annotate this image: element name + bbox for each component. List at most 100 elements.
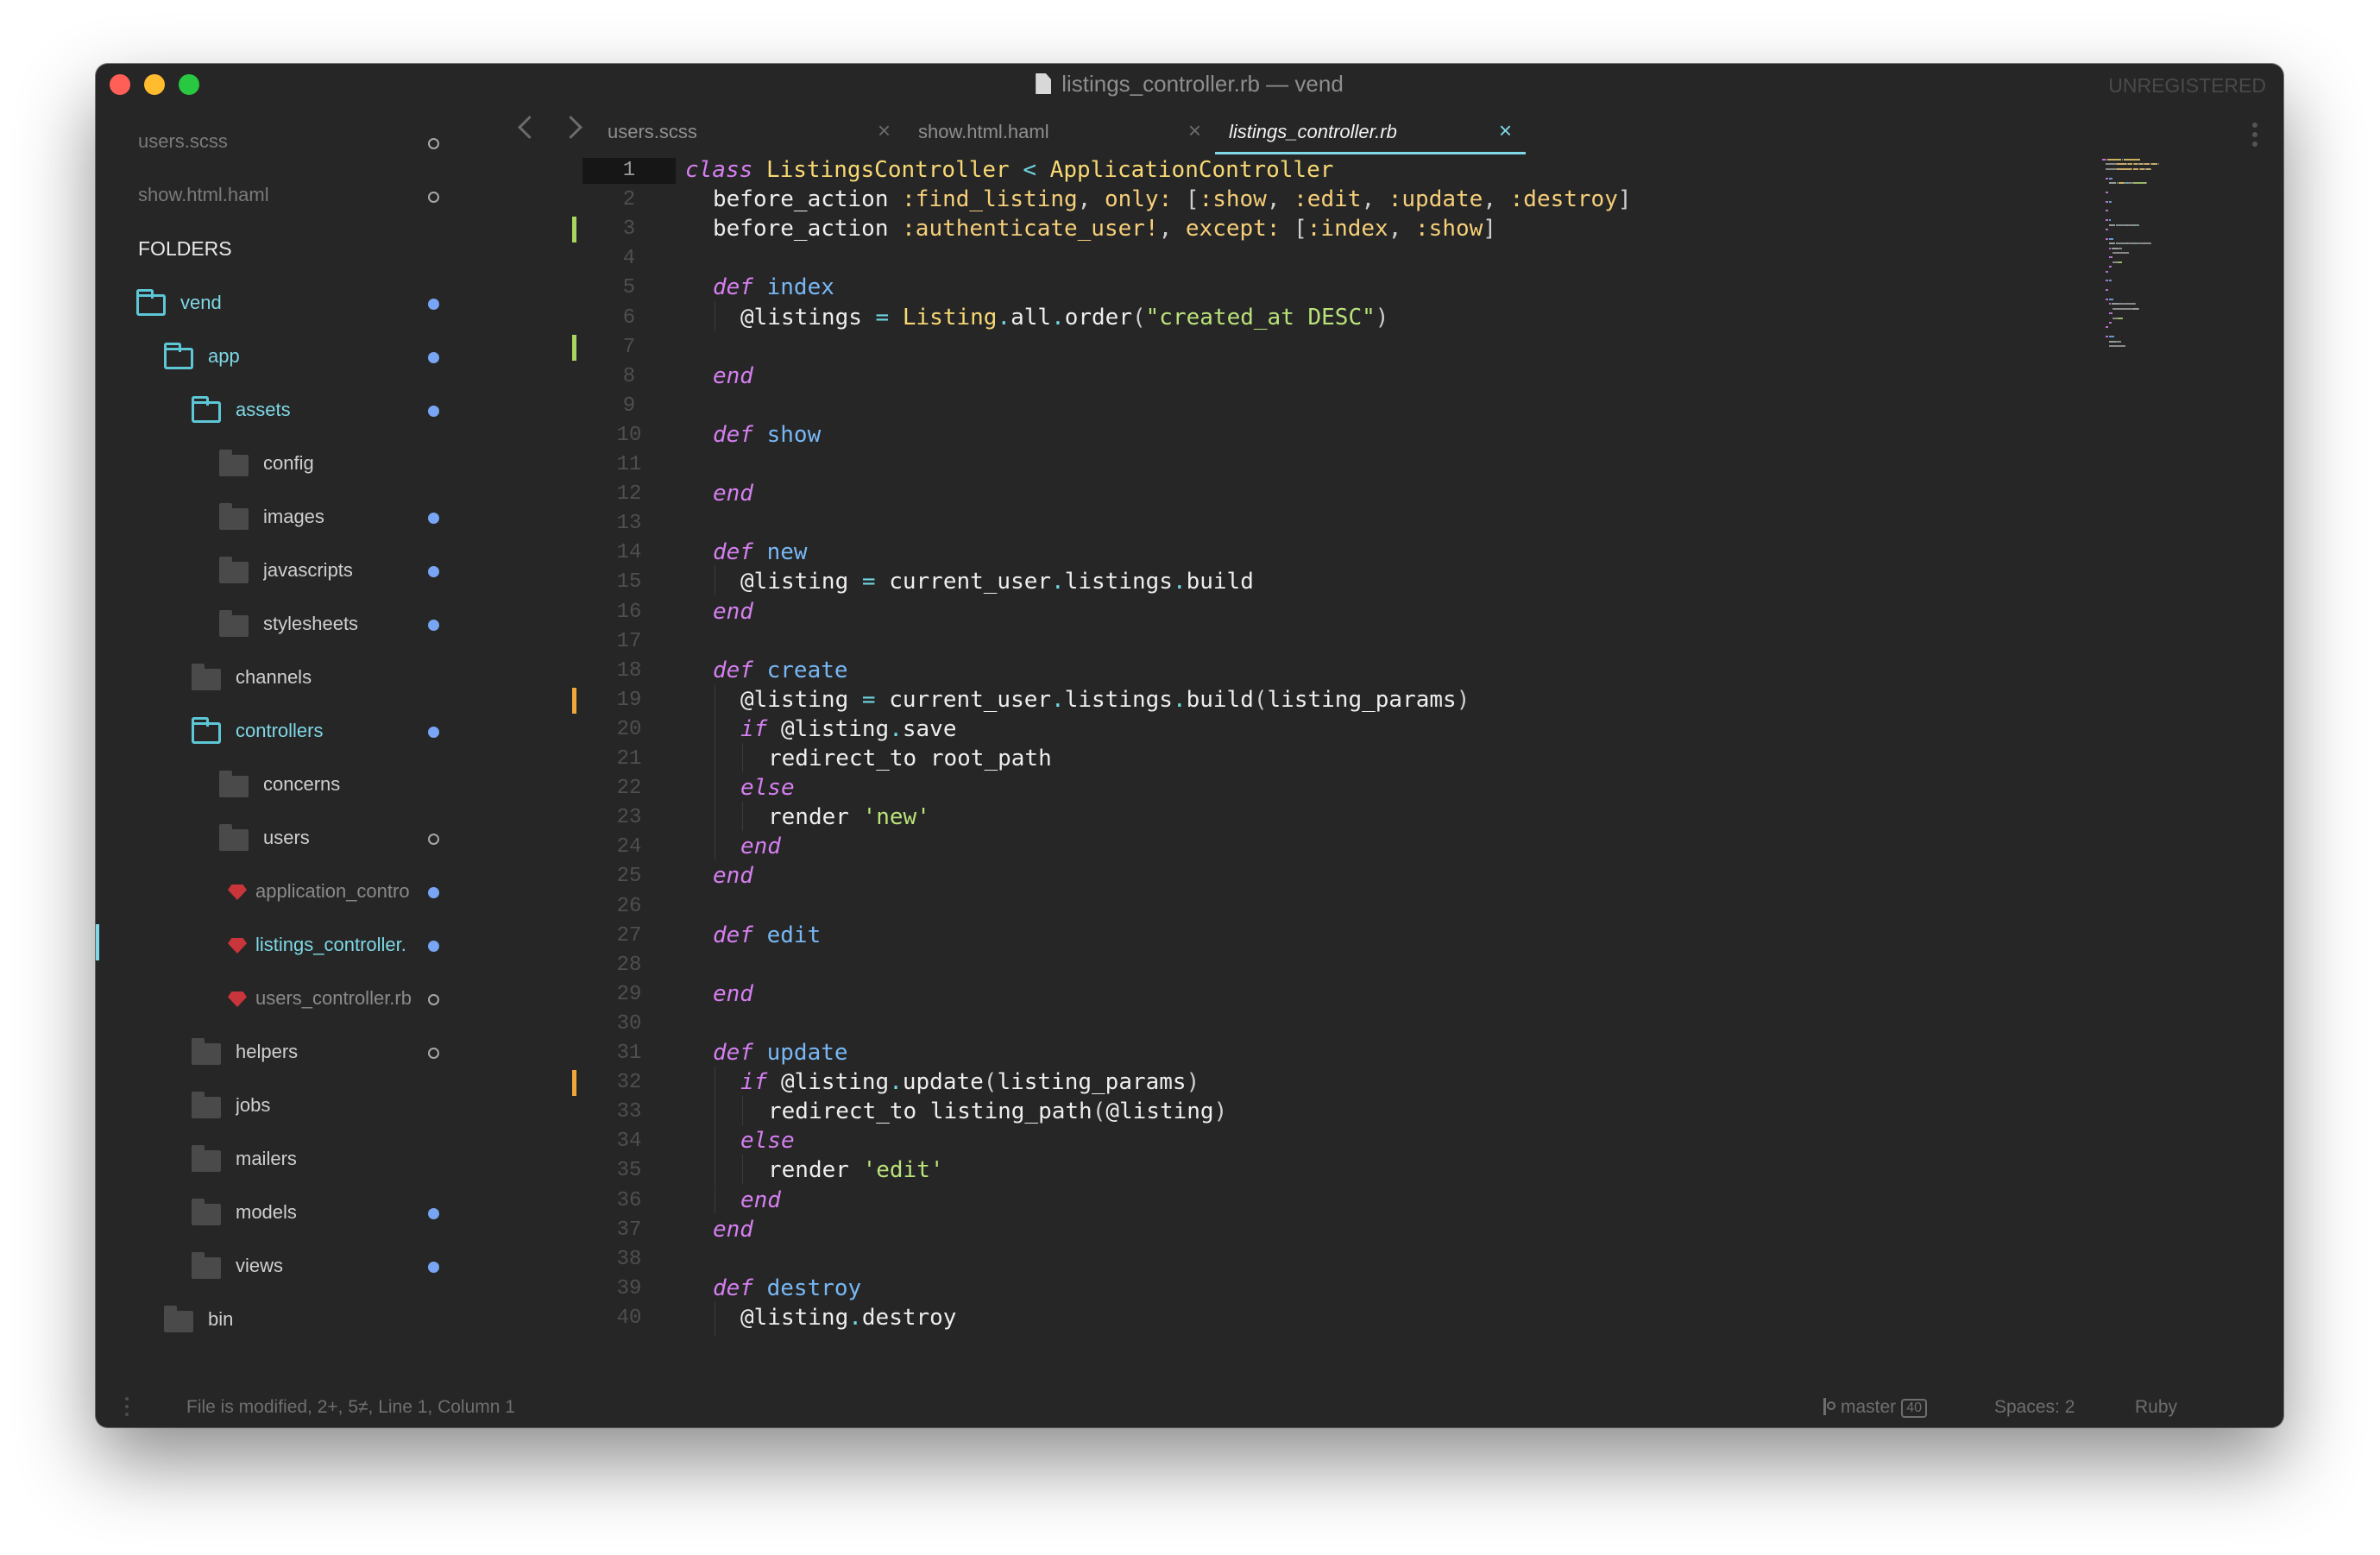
line-number: 9	[622, 393, 636, 418]
code-line[interactable]: 33 redirect_to listing_path(@listing)	[475, 1096, 2167, 1126]
minimap-line	[2131, 307, 2138, 310]
code-line[interactable]: 30	[475, 1008, 2167, 1037]
code-line[interactable]: 4	[475, 242, 2167, 272]
folder-icon	[164, 1306, 193, 1332]
folder-item[interactable]: stylesheets	[96, 603, 475, 646]
folder-item[interactable]: models	[96, 1192, 475, 1235]
folder-item[interactable]: javascripts	[96, 550, 475, 593]
close-tab-icon[interactable]: ×	[1499, 117, 1512, 144]
code-line[interactable]: 31 def update	[475, 1037, 2167, 1067]
file-item[interactable]: application_contro	[96, 871, 475, 914]
code-line[interactable]: 21 redirect_to root_path	[475, 743, 2167, 772]
panel-toggle-icon[interactable]	[125, 1397, 129, 1420]
folder-item[interactable]: bin	[96, 1299, 475, 1342]
close-file-icon[interactable]	[428, 192, 439, 203]
folder-item[interactable]: config	[96, 443, 475, 486]
code-token: (	[1253, 686, 1268, 713]
code-token: :index	[1306, 216, 1388, 242]
code-editor[interactable]: 1 class ListingsController < ApplicationC…	[475, 154, 2201, 1337]
folder-item[interactable]: channels	[96, 657, 475, 700]
code-line[interactable]: 16 end	[475, 596, 2167, 626]
file-item[interactable]: listings_controller.	[96, 924, 475, 967]
code-line[interactable]: 28	[475, 949, 2167, 979]
code-line[interactable]: 7	[475, 331, 2167, 361]
code-line[interactable]: 2 before_action :find_listing, only: [:sh…	[475, 184, 2167, 213]
code-line[interactable]: 34 else	[475, 1125, 2167, 1155]
folder-item[interactable]: jobs	[96, 1085, 475, 1128]
close-tab-icon[interactable]: ×	[1188, 117, 1201, 144]
line-number: 24	[616, 835, 642, 859]
code-token: update	[766, 1040, 848, 1066]
indentation-setting[interactable]: Spaces: 2	[1994, 1397, 2075, 1418]
code-line[interactable]: 9	[475, 390, 2167, 419]
code-line[interactable]: 39 def destroy	[475, 1273, 2167, 1302]
folder-item[interactable]: users	[96, 817, 475, 860]
git-branch-indicator[interactable]: master 40	[1822, 1397, 1927, 1418]
code-line[interactable]: 32 if @listing.update(listing_params)	[475, 1067, 2167, 1097]
code-token: only:	[1104, 186, 1173, 213]
code-line[interactable]: 41 redirect_to root_path	[475, 1332, 2167, 1337]
code-line[interactable]: 13	[475, 507, 2167, 537]
minimap-line	[2117, 242, 2127, 245]
folder-item[interactable]: vend	[96, 282, 475, 325]
code-line[interactable]: 8 end	[475, 361, 2167, 390]
folder-item[interactable]: assets	[96, 389, 475, 432]
folder-item[interactable]: app	[96, 336, 475, 379]
code-token: :show	[1199, 186, 1267, 213]
tab-show-html-haml[interactable]: show.html.haml ×	[904, 107, 1215, 154]
code-line[interactable]: 18 def create	[475, 655, 2167, 684]
code-line[interactable]: 19 @listing = current_user.listings.build…	[475, 683, 2167, 714]
folder-item[interactable]: helpers	[96, 1031, 475, 1074]
code-line[interactable]: 3 before_action :authenticate_user!, exce…	[475, 213, 2167, 243]
code-line[interactable]: 24 end	[475, 831, 2167, 861]
folder-item[interactable]: mailers	[96, 1138, 475, 1181]
code-line[interactable]: 38	[475, 1243, 2167, 1273]
minimap-line	[2106, 229, 2108, 230]
minimap[interactable]	[2102, 159, 2249, 357]
code-line[interactable]: 6 @listings = Listing.all.order("created_…	[475, 301, 2167, 331]
code-line[interactable]: 20 if @listing.save	[475, 713, 2167, 743]
code-line[interactable]: 15 @listing = current_user.listings.build	[475, 566, 2167, 596]
close-tab-icon[interactable]: ×	[878, 117, 891, 144]
line-number: 12	[616, 482, 642, 507]
code-token: index	[766, 274, 834, 301]
code-line[interactable]: 26	[475, 891, 2167, 920]
code-line[interactable]: 12 end	[475, 478, 2167, 507]
file-item[interactable]: users_controller.rb	[96, 978, 475, 1021]
line-number: 14	[616, 541, 642, 565]
code-line[interactable]: 22 else	[475, 772, 2167, 803]
code-text: def update	[713, 1040, 848, 1066]
code-line[interactable]: 23 render 'new'	[475, 802, 2167, 832]
syntax-selector[interactable]: Ruby	[2135, 1397, 2177, 1418]
more-options-icon[interactable]	[2252, 123, 2257, 151]
tab-users-scss[interactable]: users.scss ×	[594, 107, 904, 154]
open-file-item[interactable]: show.html.haml	[96, 175, 475, 218]
code-line[interactable]: 17	[475, 626, 2167, 655]
code-line[interactable]: 36 end	[475, 1184, 2167, 1214]
tab-listings-controller-rb[interactable]: listings_controller.rb ×	[1215, 107, 1526, 154]
code-line[interactable]: 29 end	[475, 979, 2167, 1008]
open-file-item[interactable]: users.scss	[96, 122, 475, 165]
folder-item[interactable]: controllers	[96, 710, 475, 753]
code-text: def new	[713, 539, 808, 565]
minimap-line	[2139, 242, 2151, 245]
minimap-line	[2109, 247, 2111, 249]
folder-item[interactable]: images	[96, 496, 475, 539]
code-line[interactable]: 1 class ListingsController < ApplicationC…	[475, 154, 2167, 184]
folder-item[interactable]: concerns	[96, 764, 475, 807]
code-line[interactable]: 5 def index	[475, 272, 2167, 301]
code-line[interactable]: 11	[475, 449, 2167, 478]
folder-item[interactable]: views	[96, 1245, 475, 1288]
navigate-back-icon[interactable]	[518, 116, 541, 139]
code-line[interactable]: 35 render 'edit'	[475, 1155, 2167, 1185]
close-file-icon[interactable]	[428, 138, 439, 149]
code-line[interactable]: 25 end	[475, 860, 2167, 890]
ruby-gem-icon	[228, 938, 247, 954]
code-line[interactable]: 40 @listing.destroy	[475, 1301, 2167, 1332]
code-line[interactable]: 14 def new	[475, 537, 2167, 566]
code-line[interactable]: 37 end	[475, 1214, 2167, 1243]
code-line[interactable]: 10 def show	[475, 419, 2167, 449]
tab-bar: users.scss × show.html.haml × listings_contr…	[475, 107, 2283, 154]
navigate-forward-icon[interactable]	[559, 116, 582, 139]
code-line[interactable]: 27 def edit	[475, 920, 2167, 949]
